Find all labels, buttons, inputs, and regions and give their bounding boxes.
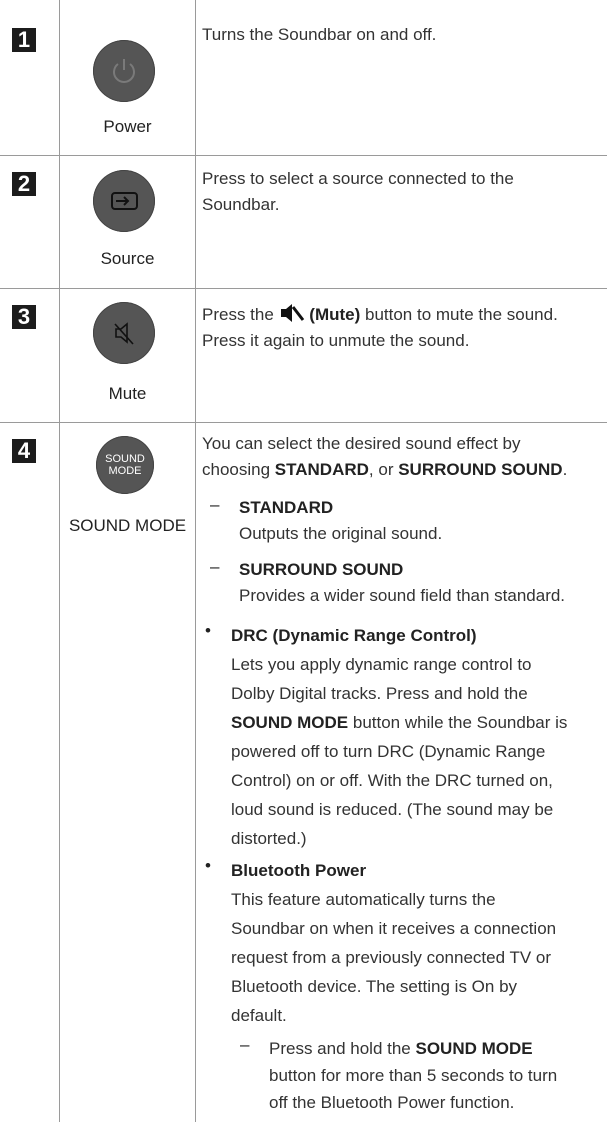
row-number: 4 (12, 439, 36, 463)
row-description: Turns the Soundbar on and off. (202, 25, 437, 44)
row-divider (0, 155, 607, 156)
bluetooth-power-note: Press and hold the SOUND MODE button for… (269, 1039, 558, 1112)
column-divider (59, 0, 60, 1122)
row-description: You can select the desired sound effect … (202, 434, 568, 479)
button-label: Source (100, 249, 155, 268)
button-label: Power (103, 117, 152, 136)
source-button (93, 170, 155, 232)
button-label: Mute (108, 384, 147, 403)
bluetooth-power-section: Bluetooth Power This feature automatical… (231, 861, 557, 1025)
row-description: Press the (Mute) button to mute the soun… (202, 304, 558, 350)
mode-item: STANDARD Outputs the original sound. (239, 498, 443, 543)
bullet-marker: • (205, 856, 211, 875)
bullet-marker: • (205, 621, 211, 640)
row-divider (0, 288, 607, 289)
row-description: Press to select a source connected to th… (202, 169, 514, 214)
row-number: 2 (12, 172, 36, 196)
mute-inline-icon (280, 304, 304, 322)
sound-mode-icon: SOUND MODE (105, 453, 145, 477)
dash-marker: – (240, 1035, 250, 1054)
button-function-table: 1 Power Turns the Soundbar on and off. 2… (0, 0, 607, 1122)
dash-marker: – (210, 495, 220, 514)
source-icon (111, 192, 138, 210)
row-divider (0, 422, 607, 423)
sound-mode-button: SOUND MODE (96, 436, 154, 494)
power-icon (113, 59, 135, 83)
dash-marker: – (210, 557, 220, 576)
mode-item: SURROUND SOUND Provides a wider sound fi… (239, 560, 566, 605)
power-button (93, 40, 155, 102)
row-number: 1 (12, 28, 36, 52)
drc-section: DRC (Dynamic Range Control) Lets you app… (231, 626, 568, 848)
row-number: 3 (12, 305, 36, 329)
mute-button (93, 302, 155, 364)
button-label: SOUND MODE (68, 516, 187, 535)
column-divider (195, 0, 196, 1122)
mute-icon (114, 322, 134, 345)
